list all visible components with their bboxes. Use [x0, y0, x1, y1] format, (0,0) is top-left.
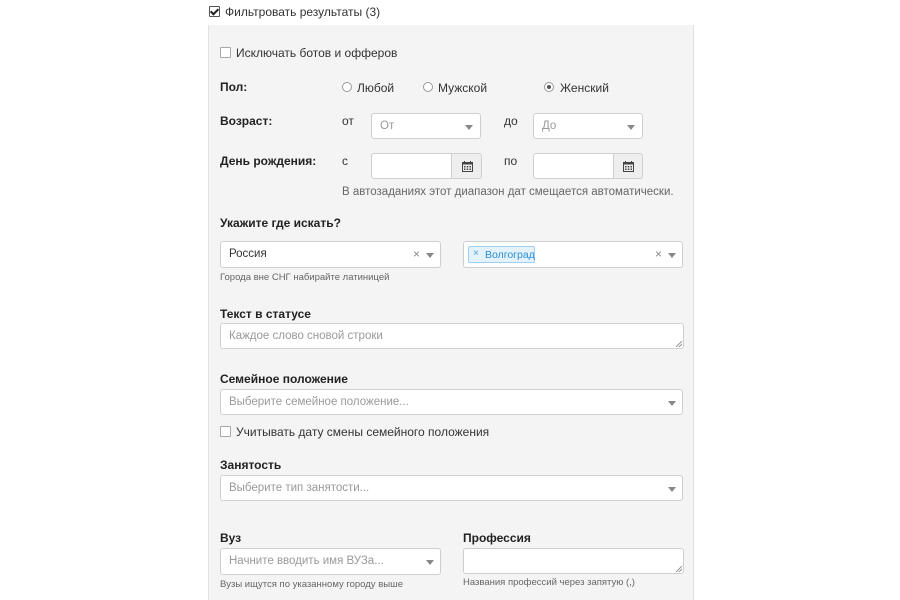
resize-handle-icon[interactable]	[676, 341, 682, 347]
chevron-down-icon	[426, 560, 434, 565]
city-tag-label: Волгоград	[485, 249, 535, 261]
age-from-select[interactable]: От	[371, 113, 481, 139]
calendar-icon	[623, 161, 634, 172]
gender-female-label: Женский	[560, 81, 609, 95]
gender-male-label: Мужской	[438, 81, 488, 95]
city-tag[interactable]: × Волгоград	[468, 246, 535, 263]
marital-change-date-checkbox[interactable]	[220, 426, 231, 437]
gender-female-radio[interactable]	[544, 82, 554, 92]
employment-placeholder: Выберите тип занятости...	[229, 482, 370, 494]
country-select[interactable]: Россия ×	[220, 241, 441, 268]
birthday-label: День рождения:	[220, 154, 317, 168]
remove-tag-icon[interactable]: ×	[473, 248, 479, 259]
birthday-to-calendar-button[interactable]	[613, 153, 643, 179]
employment-select[interactable]: Выберите тип занятости...	[220, 475, 683, 501]
gender-any-radio[interactable]	[342, 82, 352, 92]
profession-hint: Названия профессий через запятую (,)	[463, 577, 635, 588]
chevron-down-icon	[668, 487, 676, 492]
clear-icon[interactable]: ×	[413, 248, 420, 260]
birthday-from-label: с	[342, 154, 348, 168]
birthday-from-input[interactable]	[371, 153, 452, 179]
chevron-down-icon	[426, 253, 434, 258]
marital-change-date-label: Учитывать дату смены семейного положения	[236, 425, 490, 439]
gender-any-label: Любой	[357, 81, 395, 95]
clear-icon[interactable]: ×	[655, 248, 662, 260]
age-to-select[interactable]: До	[533, 113, 643, 139]
chevron-down-icon	[668, 401, 676, 406]
birthday-to-label: по	[504, 154, 518, 168]
profession-label: Профессия	[463, 531, 531, 545]
chevron-down-icon	[627, 125, 635, 130]
status-text-label: Текст в статусе	[220, 307, 311, 321]
marital-placeholder: Выберите семейное положение...	[229, 396, 409, 408]
gender-male-radio[interactable]	[423, 82, 433, 92]
calendar-icon	[462, 161, 473, 172]
chevron-down-icon	[465, 125, 473, 130]
age-from-placeholder: От	[380, 120, 395, 132]
profession-textarea[interactable]	[463, 548, 684, 574]
employment-label: Занятость	[220, 458, 282, 472]
birthday-to-input[interactable]	[533, 153, 614, 179]
gender-label: Пол:	[220, 80, 248, 94]
university-hint: Вузы ищутся по указанному городу выше	[220, 579, 403, 590]
age-from-label: от	[342, 114, 354, 128]
birthday-from-calendar-button[interactable]	[451, 153, 482, 179]
status-text-textarea[interactable]: Каждое слово сновой строки	[220, 323, 684, 349]
marital-label: Семейное положение	[220, 372, 348, 386]
exclude-bots-label: Исключать ботов и офферов	[236, 46, 398, 60]
chevron-down-icon	[668, 253, 676, 258]
city-select[interactable]: × Волгоград ×	[463, 241, 683, 268]
country-hint: Города вне СНГ набирайте латиницей	[220, 272, 390, 283]
location-label: Укажите где искать?	[220, 216, 341, 230]
age-to-placeholder: До	[542, 120, 557, 132]
birthday-note: В автозаданиях этот диапазон дат смещает…	[342, 186, 674, 198]
age-label: Возраст:	[220, 114, 273, 128]
country-value: Россия	[229, 248, 267, 260]
university-placeholder: Начните вводить имя ВУЗа...	[229, 555, 384, 567]
age-to-label: до	[504, 114, 518, 128]
university-label: Вуз	[220, 531, 242, 545]
resize-handle-icon[interactable]	[676, 566, 682, 572]
status-text-placeholder: Каждое слово сновой строки	[229, 330, 383, 342]
university-select[interactable]: Начните вводить имя ВУЗа...	[220, 548, 441, 575]
filter-checkbox[interactable]	[209, 6, 220, 17]
exclude-bots-checkbox[interactable]	[220, 47, 231, 58]
filter-label: Фильтровать результаты (3)	[225, 5, 381, 19]
marital-select[interactable]: Выберите семейное положение...	[220, 389, 683, 415]
